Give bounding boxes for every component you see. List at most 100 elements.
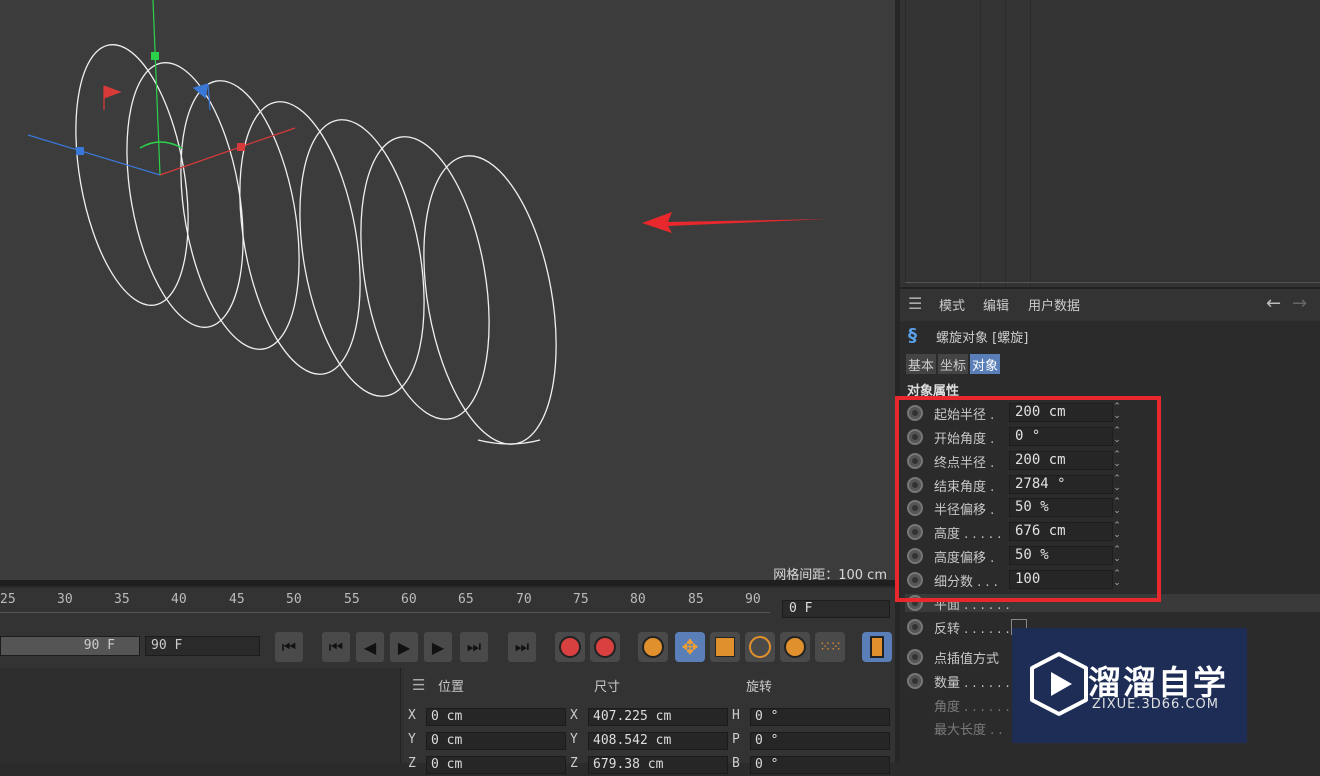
prev-key-button[interactable]: ⏮	[322, 632, 350, 662]
ruler-tick: 30	[57, 592, 73, 607]
menu-user-data[interactable]: 用户数据	[1028, 295, 1080, 314]
ruler-tick: 35	[114, 592, 130, 607]
size-y-field[interactable]: 408.542 cm	[588, 732, 728, 750]
list-border	[905, 282, 1320, 283]
property-label: 反转 . . . . . .	[934, 622, 1010, 637]
attribute-manager-menu: ☰ 模式 编辑 用户数据 ← →	[900, 287, 1320, 321]
axis-label: Y	[408, 732, 416, 747]
menu-mode[interactable]: 模式	[939, 295, 965, 314]
ruler-tick: 40	[171, 592, 187, 607]
tab-object[interactable]: 对象	[970, 354, 1001, 374]
point-level-button[interactable]: ⁙⁙	[815, 632, 845, 662]
coord-row-y: Y 0 cm Y 408.542 cm P 0 °	[404, 732, 895, 752]
size-z-field[interactable]: 679.38 cm	[588, 756, 728, 774]
menu-edit[interactable]: 编辑	[983, 295, 1009, 314]
animate-radio[interactable]	[907, 649, 923, 665]
move-tool-button[interactable]: ✥	[675, 632, 705, 662]
property-label: 最大长度 . .	[934, 723, 1003, 738]
rotation-b-field[interactable]: 0 °	[750, 756, 890, 774]
axis-label: Z	[570, 756, 578, 771]
end-frame-field-left[interactable]: 90 F	[0, 636, 140, 656]
column-divider	[1030, 0, 1031, 287]
axis-label: B	[732, 756, 740, 771]
prev-key-icon: ⏮	[328, 637, 344, 656]
coordinates-panel: ☰ 位置 尺寸 旋转 X 0 cm X 407.225 cm H 0 ° Y 0…	[0, 668, 895, 774]
keyframe-settings-button[interactable]	[638, 632, 668, 662]
scale-icon	[715, 637, 735, 657]
skip-start-icon: ⏮	[281, 637, 297, 656]
3d-viewport[interactable]: 网格间距：100 cm	[0, 0, 895, 583]
prev-frame-button[interactable]: ◀	[356, 632, 384, 662]
position-x-field[interactable]: 0 cm	[426, 708, 566, 726]
ruler-tick: 50	[286, 592, 302, 607]
attribute-tabs: 基本 坐标 对象	[906, 354, 1002, 374]
axis-label: X	[408, 708, 416, 723]
coord-row-z: Z 0 cm Z 679.38 cm B 0 °	[404, 756, 895, 776]
rotation-p-field[interactable]: 0 °	[750, 732, 890, 750]
film-icon	[870, 636, 884, 658]
forward-arrow-icon[interactable]: →	[1292, 293, 1307, 314]
object-title: 螺旋对象 [螺旋]	[936, 331, 1029, 346]
size-header: 尺寸	[594, 680, 621, 695]
next-key-icon: ⏭	[466, 637, 482, 656]
axis-label: X	[570, 708, 578, 723]
position-z-field[interactable]: 0 cm	[426, 756, 566, 774]
position-y-field[interactable]: 0 cm	[426, 732, 566, 750]
watermark-logo: 溜溜自学 ZIXUE.3D66.COM	[1012, 628, 1247, 743]
axis-gizmo[interactable]	[27, 0, 296, 176]
transport-bar: 90 F 90 F ⏮ ⏮ ◀ ▶ ▶ ⏭ ⏭ ✥ ⁙⁙	[0, 628, 895, 668]
dots-grid-icon: ⁙⁙	[819, 639, 841, 655]
viewport-canvas	[27, 0, 828, 445]
column-divider	[980, 0, 981, 287]
back-arrow-icon[interactable]: ←	[1266, 293, 1281, 314]
axis-label: H	[732, 708, 740, 723]
auto-key-icon	[594, 636, 616, 658]
move-icon: ✥	[681, 635, 699, 659]
tab-coord[interactable]: 坐标	[938, 354, 969, 374]
object-title-bar: § 螺旋对象 [螺旋]	[900, 319, 1320, 349]
rotation-header: 旋转	[746, 680, 773, 695]
ruler-tick: 75	[573, 592, 589, 607]
animate-radio[interactable]	[907, 673, 923, 689]
play-button[interactable]: ▶	[390, 632, 418, 662]
rotate-tool-button[interactable]	[745, 632, 775, 662]
next-key-button[interactable]: ⏭	[460, 632, 488, 662]
ruler-tick: 45	[229, 592, 245, 607]
ruler-tick: 65	[458, 592, 474, 607]
timeline-ruler[interactable]: 25 30 35 40 45 50 55 60 65 70 75 80 85 9…	[0, 588, 895, 628]
position-header: 位置	[438, 680, 465, 695]
column-divider	[1005, 0, 1006, 287]
viewport-bottom-bar	[0, 580, 895, 586]
gear-icon	[642, 636, 664, 658]
play-icon: ▶	[397, 637, 411, 657]
scale-tool-button[interactable]	[710, 632, 740, 662]
object-manager[interactable]	[900, 0, 1320, 287]
helix-spline	[75, 44, 557, 445]
hamburger-icon[interactable]: ☰	[908, 294, 922, 313]
ruler-tick: 25	[0, 592, 16, 607]
parameter-button[interactable]	[780, 632, 810, 662]
current-frame-field[interactable]: 0 F	[782, 600, 890, 618]
ruler-tick: 90	[745, 592, 761, 607]
watermark-url: ZIXUE.3D66.COM	[1092, 697, 1219, 712]
coord-row-x: X 0 cm X 407.225 cm H 0 °	[404, 708, 895, 728]
play-logo-icon	[1030, 652, 1088, 716]
column-divider	[905, 0, 906, 287]
timeline-window-button[interactable]	[862, 632, 892, 662]
auto-key-button[interactable]	[590, 632, 620, 662]
axis-label: Z	[408, 756, 416, 771]
tab-basic[interactable]: 基本	[906, 354, 937, 374]
animate-radio[interactable]	[907, 619, 923, 635]
hamburger-icon[interactable]: ☰	[412, 676, 425, 694]
next-frame-button[interactable]: ▶	[424, 632, 452, 662]
end-frame-field-right[interactable]: 90 F	[145, 636, 260, 656]
record-key-button[interactable]	[555, 632, 585, 662]
rotation-h-field[interactable]: 0 °	[750, 708, 890, 726]
go-to-end-button[interactable]: ⏭	[508, 632, 536, 662]
go-to-start-button[interactable]: ⏮	[275, 632, 303, 662]
key-record-icon	[559, 636, 581, 658]
ruler-tick: 85	[688, 592, 704, 607]
size-x-field[interactable]: 407.225 cm	[588, 708, 728, 726]
ruler-baseline	[0, 612, 770, 613]
property-label: 点插值方式	[934, 652, 1000, 667]
